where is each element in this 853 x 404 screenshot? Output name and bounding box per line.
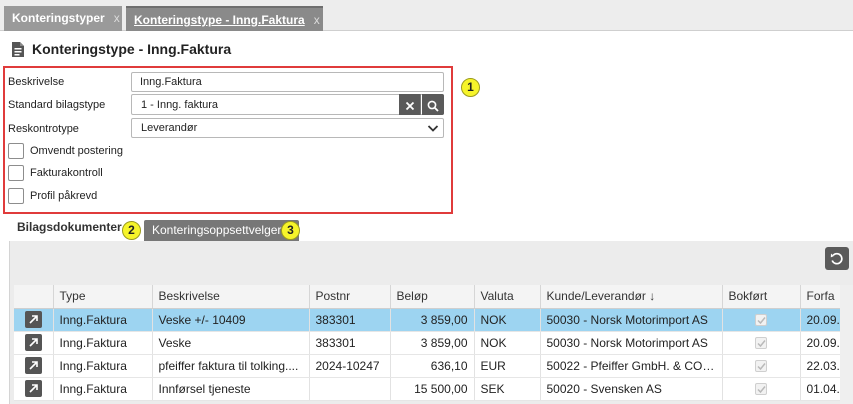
open-cell <box>14 377 54 401</box>
callout-1: 1 <box>461 78 480 97</box>
callout-3: 3 <box>281 221 300 240</box>
party-cell: 50020 - Svensken AS <box>540 377 723 401</box>
tab-konteringsoppsettvelger[interactable]: Konteringsoppsettvelger <box>144 220 299 241</box>
currency-cell: EUR <box>474 354 541 378</box>
posted-cell <box>722 354 801 378</box>
tab-konteringstyper[interactable]: Konteringstyper x <box>4 6 122 31</box>
open-button[interactable] <box>24 380 42 397</box>
tab-close-icon[interactable]: x <box>314 13 320 27</box>
open-cell <box>14 331 54 355</box>
table-row[interactable]: Inng.Faktura Innførsel tjeneste 15 500,0… <box>14 377 853 401</box>
column-header-party[interactable]: Kunde/Leverandør ↓ <box>540 285 723 309</box>
column-header-open <box>14 285 54 309</box>
description-cell: Veske +/- 10409 <box>152 308 310 332</box>
amount-cell: 636,10 <box>390 354 475 378</box>
arrow-up-right-icon <box>29 361 38 370</box>
open-button[interactable] <box>24 334 42 351</box>
type-cell: Inng.Faktura <box>53 377 153 401</box>
posted-cell <box>722 331 801 355</box>
postnr-cell: 2024-10247 <box>309 354 391 378</box>
type-cell: Inng.Faktura <box>53 331 153 355</box>
tab-close-icon[interactable]: x <box>114 11 120 25</box>
type-cell: Inng.Faktura <box>53 354 153 378</box>
document-icon <box>12 41 24 57</box>
vertical-scrollbar[interactable] <box>840 285 853 404</box>
arrow-up-right-icon <box>29 315 38 324</box>
posted-checkbox <box>755 314 767 327</box>
currency-cell: NOK <box>474 331 541 355</box>
postnr-cell: 383301 <box>309 331 391 355</box>
check-icon <box>757 317 766 325</box>
tab-label: Konteringstyper <box>12 11 105 25</box>
table-row[interactable]: Inng.Faktura pfeiffer faktura til tolkin… <box>14 354 853 378</box>
currency-cell: NOK <box>474 308 541 332</box>
type-cell: Inng.Faktura <box>53 308 153 332</box>
postnr-cell <box>309 377 391 401</box>
posted-checkbox <box>755 360 767 373</box>
check-icon <box>757 363 766 371</box>
posted-cell <box>722 308 801 332</box>
postnr-cell: 383301 <box>309 308 391 332</box>
currency-cell: SEK <box>474 377 541 401</box>
check-icon <box>757 340 766 348</box>
open-cell <box>14 354 54 378</box>
column-header-postnr[interactable]: Postnr <box>309 285 391 309</box>
description-cell: Veske <box>152 331 310 355</box>
column-header-amount[interactable]: Beløp <box>390 285 475 309</box>
amount-cell: 15 500,00 <box>390 377 475 401</box>
description-cell: pfeiffer faktura til tolking.... <box>152 354 310 378</box>
tab-label: Konteringstype - Inng.Faktura <box>134 13 305 27</box>
open-cell <box>14 308 54 332</box>
amount-cell: 3 859,00 <box>390 308 475 332</box>
column-header-currency[interactable]: Valuta <box>474 285 541 309</box>
amount-cell: 3 859,00 <box>390 331 475 355</box>
table-header-row: Type Beskrivelse Postnr Beløp Valuta Kun… <box>14 285 853 309</box>
open-button[interactable] <box>24 311 42 328</box>
tab-label: Konteringsoppsettvelger <box>152 223 282 237</box>
refresh-icon <box>830 252 843 265</box>
page-title: Konteringstype - Inng.Faktura <box>32 41 232 57</box>
posted-cell <box>722 377 801 401</box>
column-header-type[interactable]: Type <box>53 285 153 309</box>
tab-bilagsdokumenter[interactable]: Bilagsdokumenter <box>17 220 122 234</box>
highlight-box <box>3 66 453 214</box>
documents-table: Type Beskrivelse Postnr Beløp Valuta Kun… <box>14 285 853 401</box>
callout-2: 2 <box>122 221 141 240</box>
party-cell: 50022 - Pfeiffer GmbH. & CO. ... <box>540 354 723 378</box>
arrow-up-right-icon <box>29 384 38 393</box>
check-icon <box>757 386 766 394</box>
posted-checkbox <box>755 337 767 350</box>
column-header-posted[interactable]: Bokført <box>722 285 801 309</box>
page-header: Konteringstype - Inng.Faktura <box>11 39 231 59</box>
tab-konteringstype-inng-faktura[interactable]: Konteringstype - Inng.Faktura x <box>126 6 323 31</box>
table-row[interactable]: Inng.Faktura Veske 383301 3 859,00 NOK 5… <box>14 331 853 355</box>
table-row[interactable]: Inng.Faktura Veske +/- 10409 383301 3 85… <box>14 308 853 332</box>
description-cell: Innførsel tjeneste <box>152 377 310 401</box>
posted-checkbox <box>755 383 767 396</box>
refresh-button[interactable] <box>825 247 849 270</box>
arrow-up-right-icon <box>29 338 38 347</box>
open-button[interactable] <box>24 357 42 374</box>
party-cell: 50030 - Norsk Motorimport AS <box>540 308 723 332</box>
tab-bar: Konteringstyper x Konteringstype - Inng.F… <box>0 0 853 31</box>
party-cell: 50030 - Norsk Motorimport AS <box>540 331 723 355</box>
column-header-description[interactable]: Beskrivelse <box>152 285 310 309</box>
